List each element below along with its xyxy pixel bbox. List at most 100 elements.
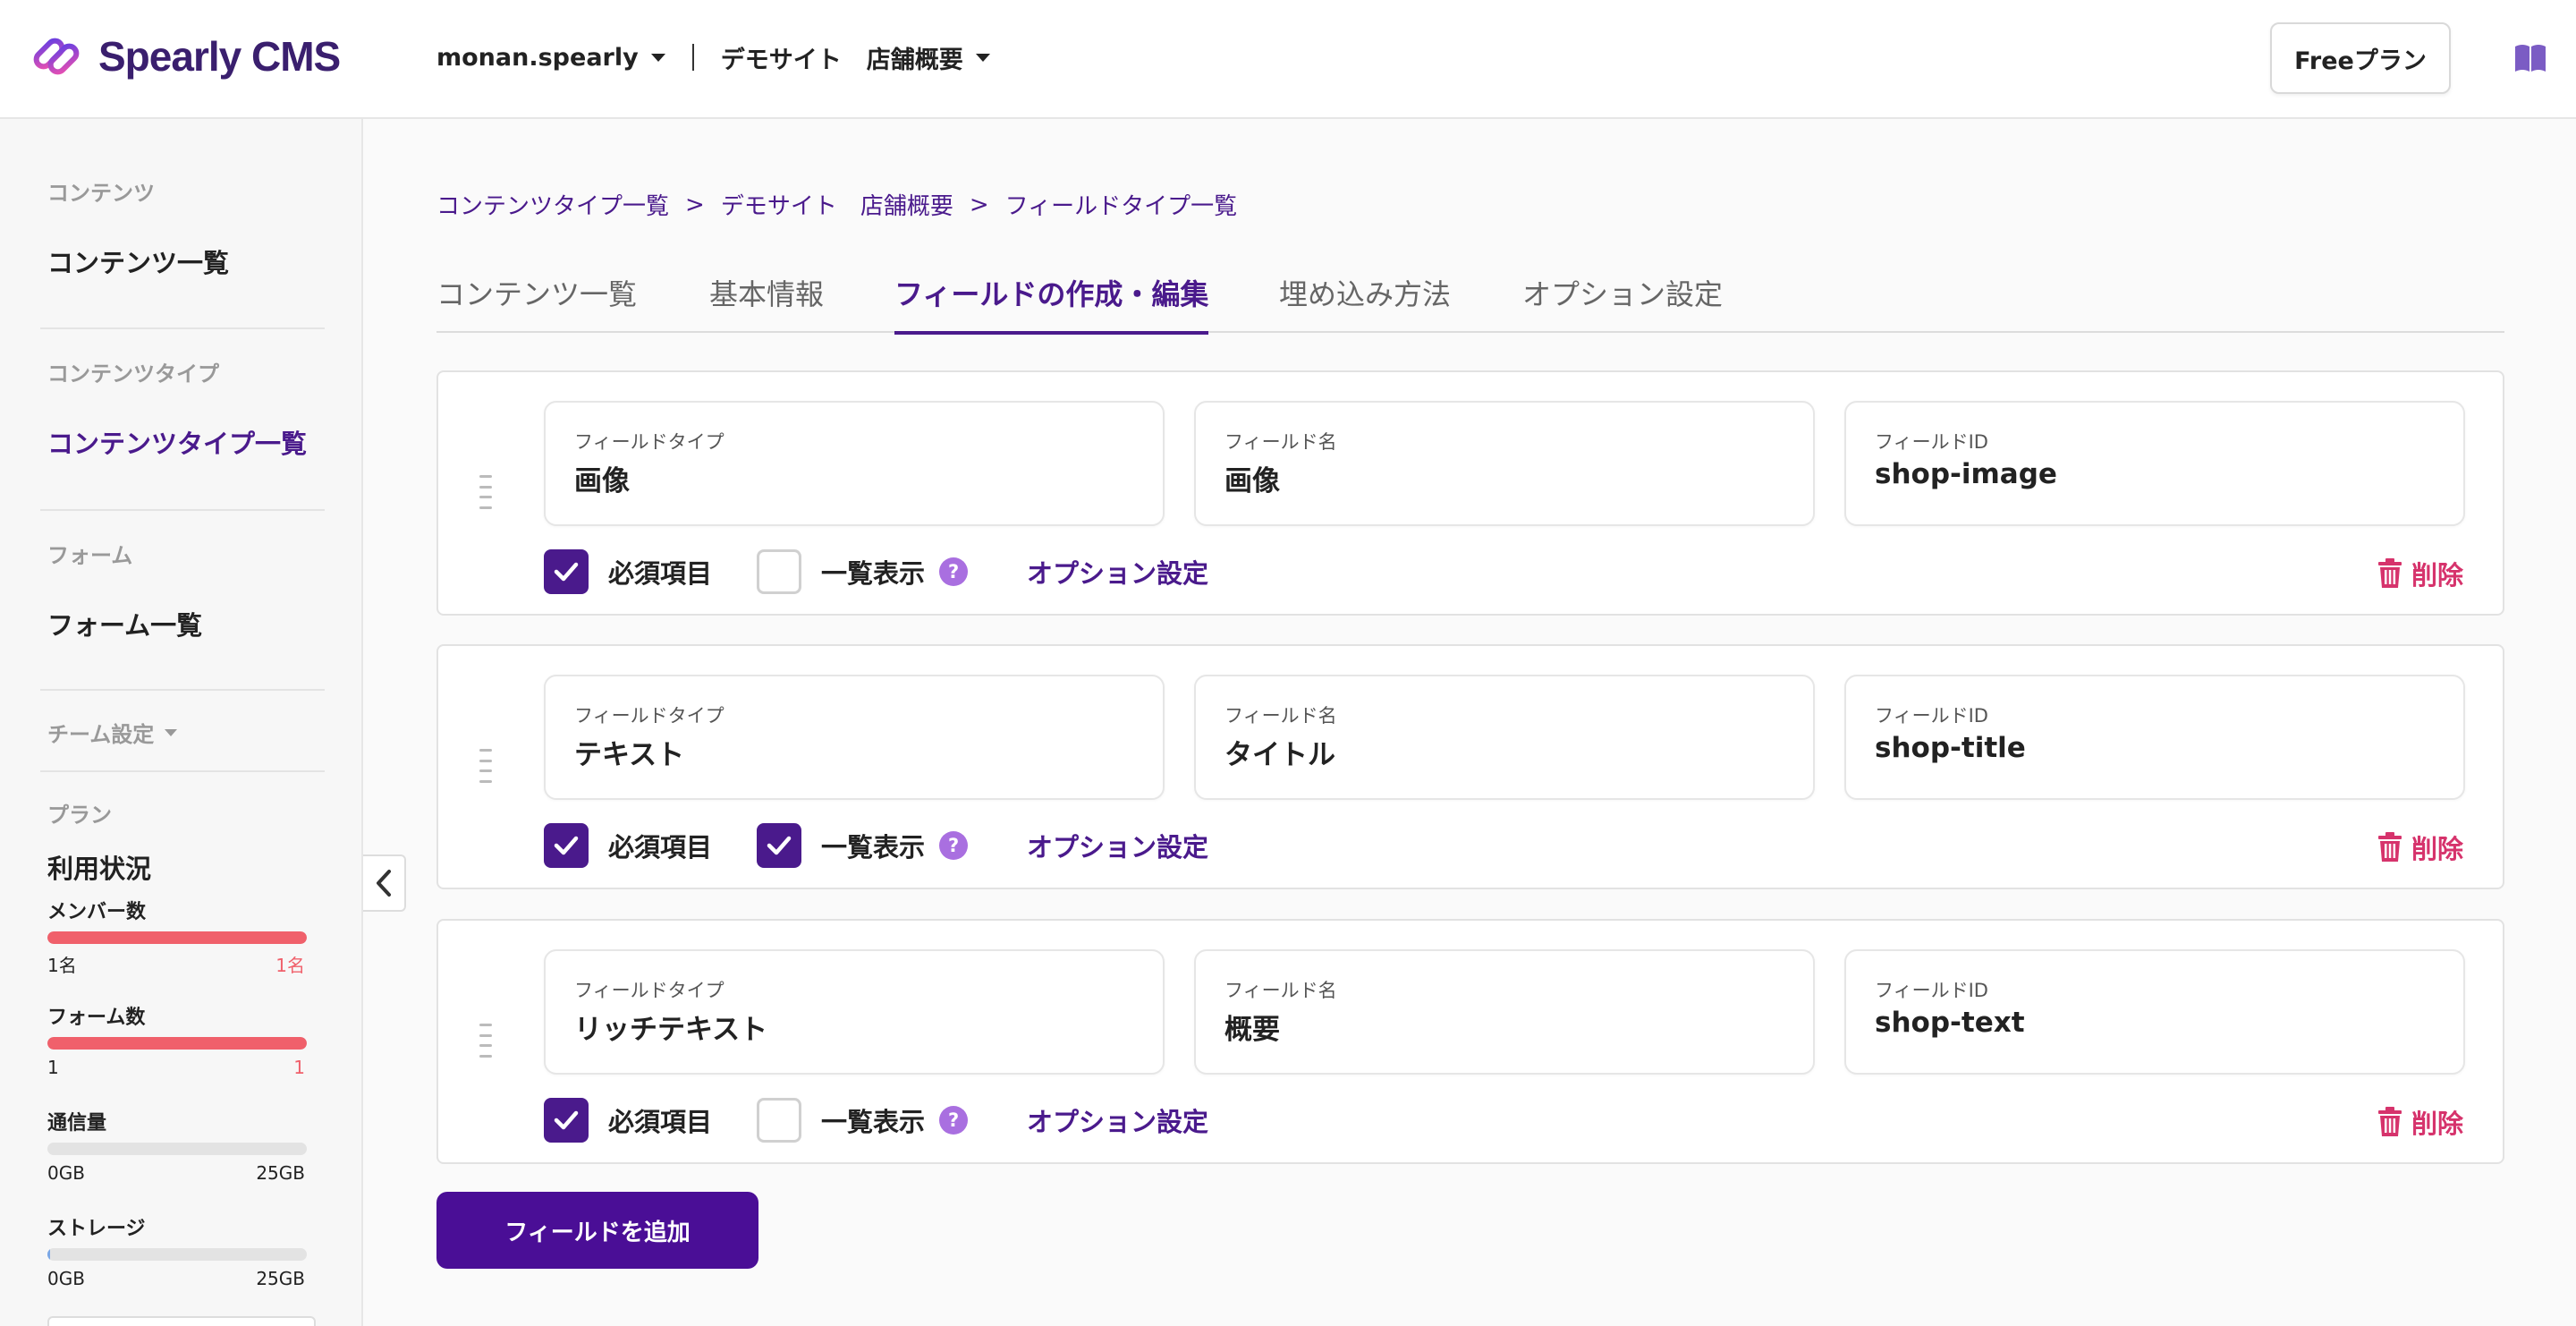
delete-field-button[interactable]: 削除 bbox=[2377, 1103, 2463, 1141]
sidebar-item-form-list[interactable]: フォーム一覧 bbox=[47, 605, 202, 642]
drag-handle-icon[interactable] bbox=[479, 749, 492, 783]
workspace-name[interactable]: monan.spearly bbox=[436, 44, 639, 72]
field-card: フィールドタイプ リッチテキスト フィールド名 概要 フィールドID shop-text 必… bbox=[436, 919, 2504, 1164]
sidebar-item-team-settings[interactable]: チーム設定 bbox=[47, 717, 178, 748]
field-type-value: リッチテキスト bbox=[574, 1014, 768, 1046]
field-name-label: フィールド名 bbox=[1224, 980, 1337, 1001]
field-id-input[interactable]: フィールドID shop-image bbox=[1844, 401, 2465, 526]
field-id-input[interactable]: フィールドID shop-text bbox=[1844, 949, 2465, 1075]
option-settings-link[interactable]: オプション設定 bbox=[1027, 1101, 1208, 1139]
usage-meter-bar bbox=[47, 1143, 307, 1155]
top-header: Spearly CMS monan.spearly デモサイト 店舗概要 Fre… bbox=[0, 0, 2576, 119]
team-settings-chevron-down-icon bbox=[165, 728, 178, 736]
sidebar-divider bbox=[40, 509, 325, 511]
drag-handle-icon[interactable] bbox=[479, 475, 492, 509]
required-label: 必須項目 bbox=[608, 1107, 713, 1137]
content-type-name: 店舗概要 bbox=[866, 46, 963, 74]
usage-meter-min: 0GB bbox=[47, 1268, 85, 1289]
field-id-input[interactable]: フィールドID shop-title bbox=[1844, 675, 2465, 800]
required-checkbox[interactable] bbox=[544, 1098, 589, 1143]
sidebar-section-plan: プラン bbox=[47, 803, 112, 828]
delete-field-button[interactable]: 削除 bbox=[2377, 829, 2463, 866]
checkmark-icon bbox=[554, 562, 579, 582]
app-name: Spearly CMS bbox=[98, 33, 341, 80]
list-display-checkbox[interactable] bbox=[757, 823, 802, 868]
field-type-select[interactable]: フィールドタイプ 画像 bbox=[544, 401, 1165, 526]
usage-meter-label: フォーム数 bbox=[47, 1007, 146, 1029]
sidebar-bottom-box[interactable] bbox=[47, 1316, 316, 1326]
field-name-value: タイトル bbox=[1224, 739, 1335, 771]
tab-field-edit[interactable]: フィールドの作成・編集 bbox=[894, 272, 1209, 335]
delete-label: 削除 bbox=[2411, 1109, 2463, 1139]
field-name-input[interactable]: フィールド名 画像 bbox=[1194, 401, 1815, 526]
usage-meter-min: 0GB bbox=[47, 1162, 85, 1184]
sidebar-section-content-type: コンテンツタイプ bbox=[47, 361, 219, 387]
field-card: フィールドタイプ 画像 フィールド名 画像 フィールドID shop-image 必須項目一… bbox=[436, 370, 2504, 616]
list-display-checkbox[interactable] bbox=[757, 549, 802, 594]
delete-field-button[interactable]: 削除 bbox=[2377, 555, 2463, 592]
field-options-row: 必須項目 一覧表示? オプション設定 bbox=[544, 549, 1208, 594]
content-type-chevron-down-icon bbox=[975, 53, 990, 62]
tab-embed-method[interactable]: 埋め込み方法 bbox=[1279, 272, 1451, 331]
spearly-logo-icon bbox=[33, 38, 80, 75]
plan-button[interactable]: Freeプラン bbox=[2270, 22, 2451, 94]
sidebar-divider bbox=[40, 327, 325, 329]
field-type-select[interactable]: フィールドタイプ リッチテキスト bbox=[544, 949, 1165, 1075]
field-options-row: 必須項目 一覧表示? オプション設定 bbox=[544, 823, 1208, 868]
breadcrumb: コンテンツタイプ一覧 > デモサイト 店舗概要 > フィールドタイプ一覧 bbox=[436, 188, 1237, 221]
usage-meter-fill bbox=[47, 1037, 307, 1050]
list-display-label: 一覧表示 bbox=[821, 1107, 926, 1137]
help-icon[interactable]: ? bbox=[939, 557, 969, 586]
required-checkbox[interactable] bbox=[544, 823, 589, 868]
field-type-value: 画像 bbox=[574, 465, 630, 497]
breadcrumb-separator: > bbox=[969, 191, 989, 218]
sidebar-item-content-list[interactable]: コンテンツ一覧 bbox=[47, 242, 229, 280]
usage-meter-fill bbox=[47, 931, 307, 944]
usage-meter-bar bbox=[47, 931, 307, 944]
option-settings-link[interactable]: オプション設定 bbox=[1027, 827, 1208, 864]
tab-basic-info[interactable]: 基本情報 bbox=[709, 272, 824, 331]
field-type-value: テキスト bbox=[574, 739, 685, 771]
field-type-label: フィールドタイプ bbox=[574, 705, 724, 727]
field-name-label: フィールド名 bbox=[1224, 705, 1337, 727]
book-icon[interactable] bbox=[2513, 43, 2547, 73]
field-name-input[interactable]: フィールド名タイトル bbox=[1194, 675, 1815, 800]
field-name-value: 画像 bbox=[1224, 465, 1280, 497]
field-card: フィールドタイプ テキスト フィールド名 タイトル フィールドID shop-title 必… bbox=[436, 644, 2504, 889]
workspace-switcher: monan.spearly デモサイト 店舗概要 bbox=[436, 39, 990, 75]
tab-option-settings[interactable]: オプション設定 bbox=[1522, 272, 1723, 331]
field-options-row: 必須項目 一覧表示? オプション設定 bbox=[544, 1098, 1208, 1143]
help-icon[interactable]: ? bbox=[939, 831, 969, 860]
chevron-left-icon bbox=[377, 870, 391, 897]
usage-meter-label: ストレージ bbox=[47, 1218, 146, 1240]
checkmark-icon bbox=[767, 836, 792, 855]
option-settings-link[interactable]: オプション設定 bbox=[1027, 553, 1208, 591]
team-settings-label: チーム設定 bbox=[47, 722, 155, 747]
workspace-chevron-down-icon[interactable] bbox=[650, 53, 665, 62]
breadcrumb-separator: > bbox=[685, 191, 705, 218]
sidebar-item-content-type-list[interactable]: コンテンツタイプ一覧 bbox=[47, 423, 307, 461]
field-type-select[interactable]: フィールドタイプテキスト bbox=[544, 675, 1165, 800]
tab-content-list[interactable]: コンテンツ一覧 bbox=[436, 272, 637, 331]
app-logo[interactable]: Spearly CMS bbox=[29, 29, 341, 84]
breadcrumb-item-content-type[interactable]: デモサイト 店舗概要 bbox=[721, 188, 953, 221]
required-checkbox[interactable] bbox=[544, 549, 589, 594]
checkmark-icon bbox=[554, 1110, 579, 1130]
field-id-label: フィールドID bbox=[1875, 705, 1988, 727]
breadcrumb-item-field-type-list[interactable]: フィールドタイプ一覧 bbox=[1005, 188, 1237, 221]
sidebar-section-content: コンテンツ bbox=[47, 181, 155, 206]
sidebar: コンテンツ コンテンツ一覧 コンテンツタイプ コンテンツタイプ一覧 フォーム フ… bbox=[0, 119, 363, 1326]
usage-meter-max: 25GB bbox=[256, 1268, 305, 1289]
content-type-switcher[interactable]: 店舗概要 bbox=[867, 40, 990, 75]
breadcrumb-item-content-type-list[interactable]: コンテンツタイプ一覧 bbox=[436, 188, 669, 221]
add-field-button[interactable]: フィールドを追加 bbox=[436, 1192, 758, 1269]
sidebar-collapse-button[interactable] bbox=[363, 854, 406, 912]
help-icon[interactable]: ? bbox=[939, 1106, 969, 1135]
drag-handle-icon[interactable] bbox=[479, 1024, 492, 1058]
list-display-checkbox[interactable] bbox=[757, 1098, 802, 1143]
field-name-input[interactable]: フィールド名 概要 bbox=[1194, 949, 1815, 1075]
field-id-value: shop-image bbox=[1875, 458, 2057, 490]
trash-icon bbox=[2377, 1107, 2402, 1136]
tab-bar: コンテンツ一覧 基本情報 フィールドの作成・編集 埋め込み方法 オプション設定 bbox=[436, 259, 2504, 335]
list-display-label: 一覧表示 bbox=[821, 558, 926, 589]
